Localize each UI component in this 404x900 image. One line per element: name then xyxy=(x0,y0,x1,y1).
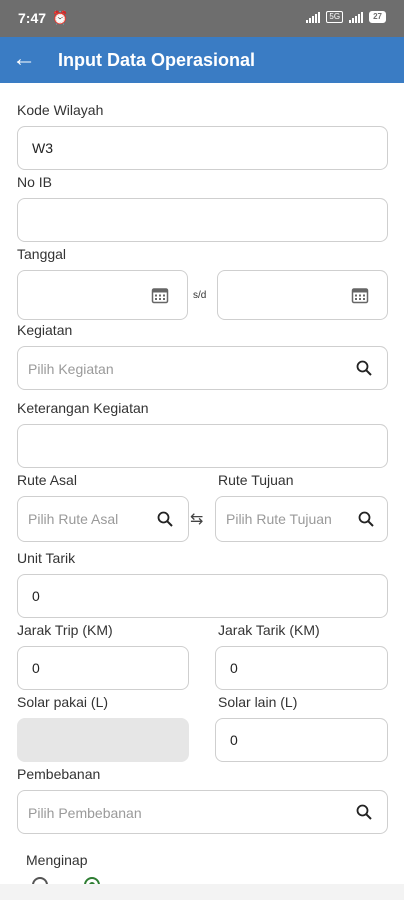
tanggal-start-field[interactable] xyxy=(17,270,188,320)
rute-asal-label: Rute Asal xyxy=(17,472,77,488)
tanggal-label: Tanggal xyxy=(17,246,67,262)
jarak-tarik-label: Jarak Tarik (KM) xyxy=(218,622,320,638)
signal-icon xyxy=(349,11,364,23)
kegiatan-select[interactable]: Pilih Kegiatan xyxy=(17,346,388,390)
pembebanan-placeholder: Pilih Pembebanan xyxy=(28,805,142,821)
unit-tarik-field[interactable]: 0 xyxy=(17,574,388,618)
rute-tujuan-placeholder: Pilih Rute Tujuan xyxy=(226,511,332,527)
pembebanan-select[interactable]: Pilih Pembebanan xyxy=(17,790,388,834)
kode-wilayah-value: W3 xyxy=(32,140,53,156)
status-time: 7:47 xyxy=(18,10,47,26)
calendar-icon xyxy=(151,288,169,304)
search-icon xyxy=(356,360,372,376)
status-bar: 7:47 ⏰ 5G 27 xyxy=(0,0,404,37)
solar-lain-value: 0 xyxy=(230,732,238,748)
no-ib-field[interactable] xyxy=(17,198,388,242)
battery-icon: 27 xyxy=(369,11,386,23)
date-range-separator: s/d xyxy=(193,290,207,301)
jarak-tarik-field[interactable]: 0 xyxy=(215,646,388,690)
kegiatan-placeholder: Pilih Kegiatan xyxy=(28,361,114,377)
jarak-tarik-value: 0 xyxy=(230,660,238,676)
calendar-icon xyxy=(351,288,369,304)
unit-tarik-label: Unit Tarik xyxy=(17,550,76,566)
status-icons: 5G 27 xyxy=(306,11,386,23)
rute-tujuan-select[interactable]: Pilih Rute Tujuan xyxy=(215,496,388,542)
tanggal-end-field[interactable] xyxy=(217,270,388,320)
kode-wilayah-field[interactable]: W3 xyxy=(17,126,388,170)
kode-wilayah-label: Kode Wilayah xyxy=(17,102,104,118)
search-icon xyxy=(358,511,374,527)
solar-lain-label: Solar lain (L) xyxy=(218,694,298,710)
solar-pakai-field xyxy=(17,718,189,762)
keterangan-label: Keterangan Kegiatan xyxy=(17,400,149,416)
rute-asal-placeholder: Pilih Rute Asal xyxy=(28,511,119,527)
solar-lain-field[interactable]: 0 xyxy=(215,718,388,762)
alarm-icon: ⏰ xyxy=(52,10,69,25)
keterangan-field[interactable] xyxy=(17,424,388,468)
page-title: Input Data Operasional xyxy=(58,50,256,70)
app-bar: ← Input Data Operasional xyxy=(0,37,404,83)
bottom-bar xyxy=(0,884,404,900)
menginap-label: Menginap xyxy=(26,852,88,868)
unit-tarik-value: 0 xyxy=(32,588,40,604)
kegiatan-label: Kegiatan xyxy=(17,322,73,338)
signal-icon xyxy=(306,11,321,23)
no-ib-label: No IB xyxy=(17,174,53,190)
jarak-trip-value: 0 xyxy=(32,660,40,676)
network-badge: 5G xyxy=(326,11,344,23)
swap-icon[interactable]: ⇆ xyxy=(190,509,203,529)
solar-pakai-label: Solar pakai (L) xyxy=(17,694,109,710)
rute-tujuan-label: Rute Tujuan xyxy=(218,472,294,488)
arrow-left-icon[interactable]: ← xyxy=(12,46,36,72)
jarak-trip-label: Jarak Trip (KM) xyxy=(17,622,113,638)
rute-asal-select[interactable]: Pilih Rute Asal xyxy=(17,496,189,542)
jarak-trip-field[interactable]: 0 xyxy=(17,646,189,690)
pembebanan-label: Pembebanan xyxy=(17,766,101,782)
search-icon xyxy=(157,511,173,527)
search-icon xyxy=(356,804,372,820)
